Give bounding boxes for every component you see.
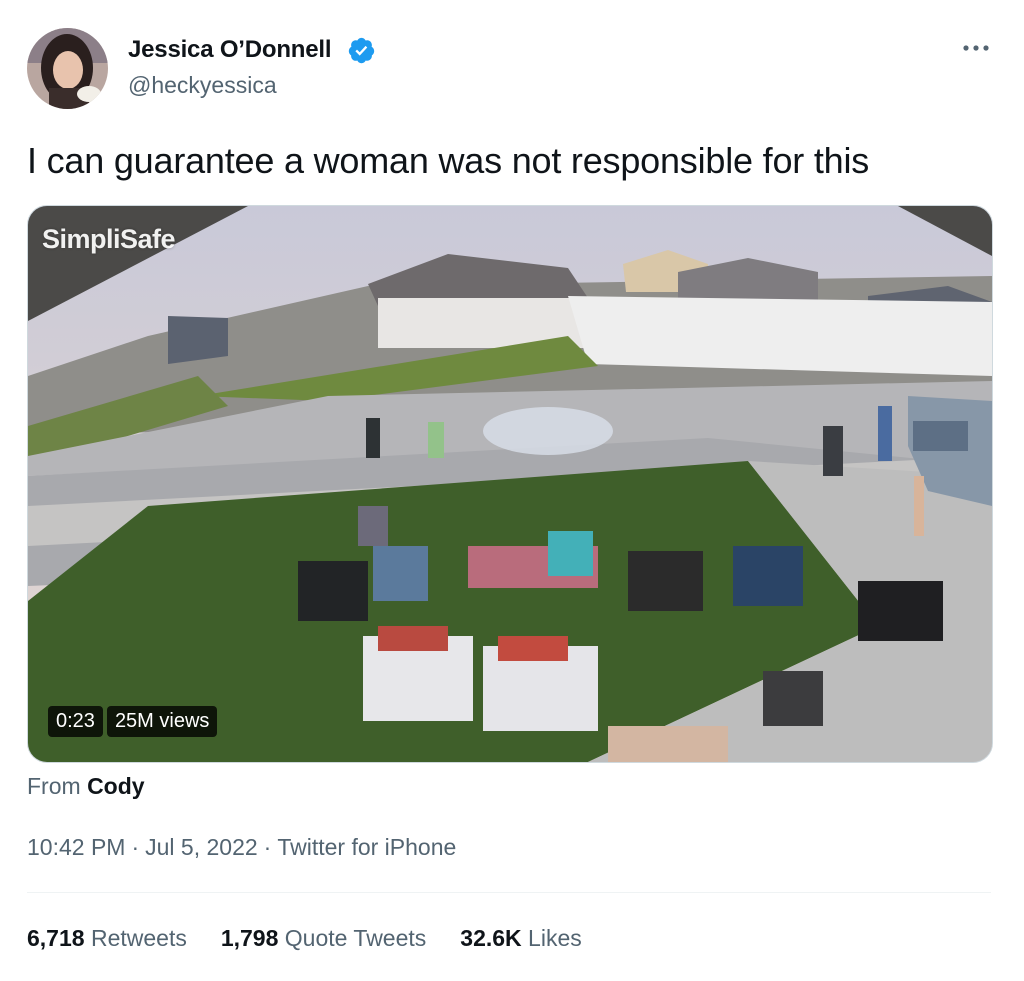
separator-dot: · [131, 834, 140, 860]
quote-tweets-label: Quote Tweets [284, 925, 427, 951]
quote-tweets-count: 1,798 [220, 925, 279, 951]
source-attribution: From Cody [27, 773, 145, 800]
source-prefix: From [27, 773, 81, 799]
source-user-link[interactable]: Cody [87, 773, 145, 799]
video-watermark: SimpliSafe [42, 224, 176, 254]
video-views: 25M views [106, 706, 218, 737]
tweet-text: I can guarantee a woman was not responsi… [27, 140, 870, 181]
likes-label: Likes [528, 925, 582, 951]
author-name[interactable]: Jessica O’Donnell [128, 36, 332, 64]
tweet-date[interactable]: Jul 5, 2022 [145, 834, 258, 860]
retweets-count: 6,718 [27, 925, 85, 951]
likes-stat[interactable]: 32.6K Likes [460, 925, 581, 952]
retweets-label: Retweets [90, 925, 187, 951]
video-player[interactable]: SimpliSafe 0:23 25M views [27, 205, 993, 763]
video-duration: 0:23 [48, 706, 103, 737]
more-options-button[interactable] [958, 30, 994, 66]
quote-tweets-stat[interactable]: 1,798 Quote Tweets [221, 925, 426, 952]
tweet-time[interactable]: 10:42 PM [27, 834, 125, 860]
author-handle[interactable]: @heckyessica [128, 72, 277, 99]
retweets-stat[interactable]: 6,718 Retweets [27, 925, 187, 952]
tweet-client[interactable]: Twitter for iPhone [277, 834, 456, 860]
video-badges: 0:23 25M views [48, 706, 218, 737]
more-options-icon [963, 45, 989, 51]
tweet: Jessica O’Donnell @heckyessica I can gua… [0, 0, 1024, 981]
separator-dot: · [263, 834, 272, 860]
tweet-meta: 10:42 PM · Jul 5, 2022 · Twitter for iPhone [27, 834, 456, 861]
likes-count: 32.6K [460, 925, 522, 951]
verified-badge-icon [348, 37, 375, 64]
avatar-image [27, 28, 108, 109]
divider [27, 892, 991, 893]
avatar[interactable] [27, 28, 108, 109]
engagement-stats: 6,718 Retweets 1,798 Quote Tweets 32.6K … [27, 925, 616, 952]
video-frame [28, 206, 992, 762]
